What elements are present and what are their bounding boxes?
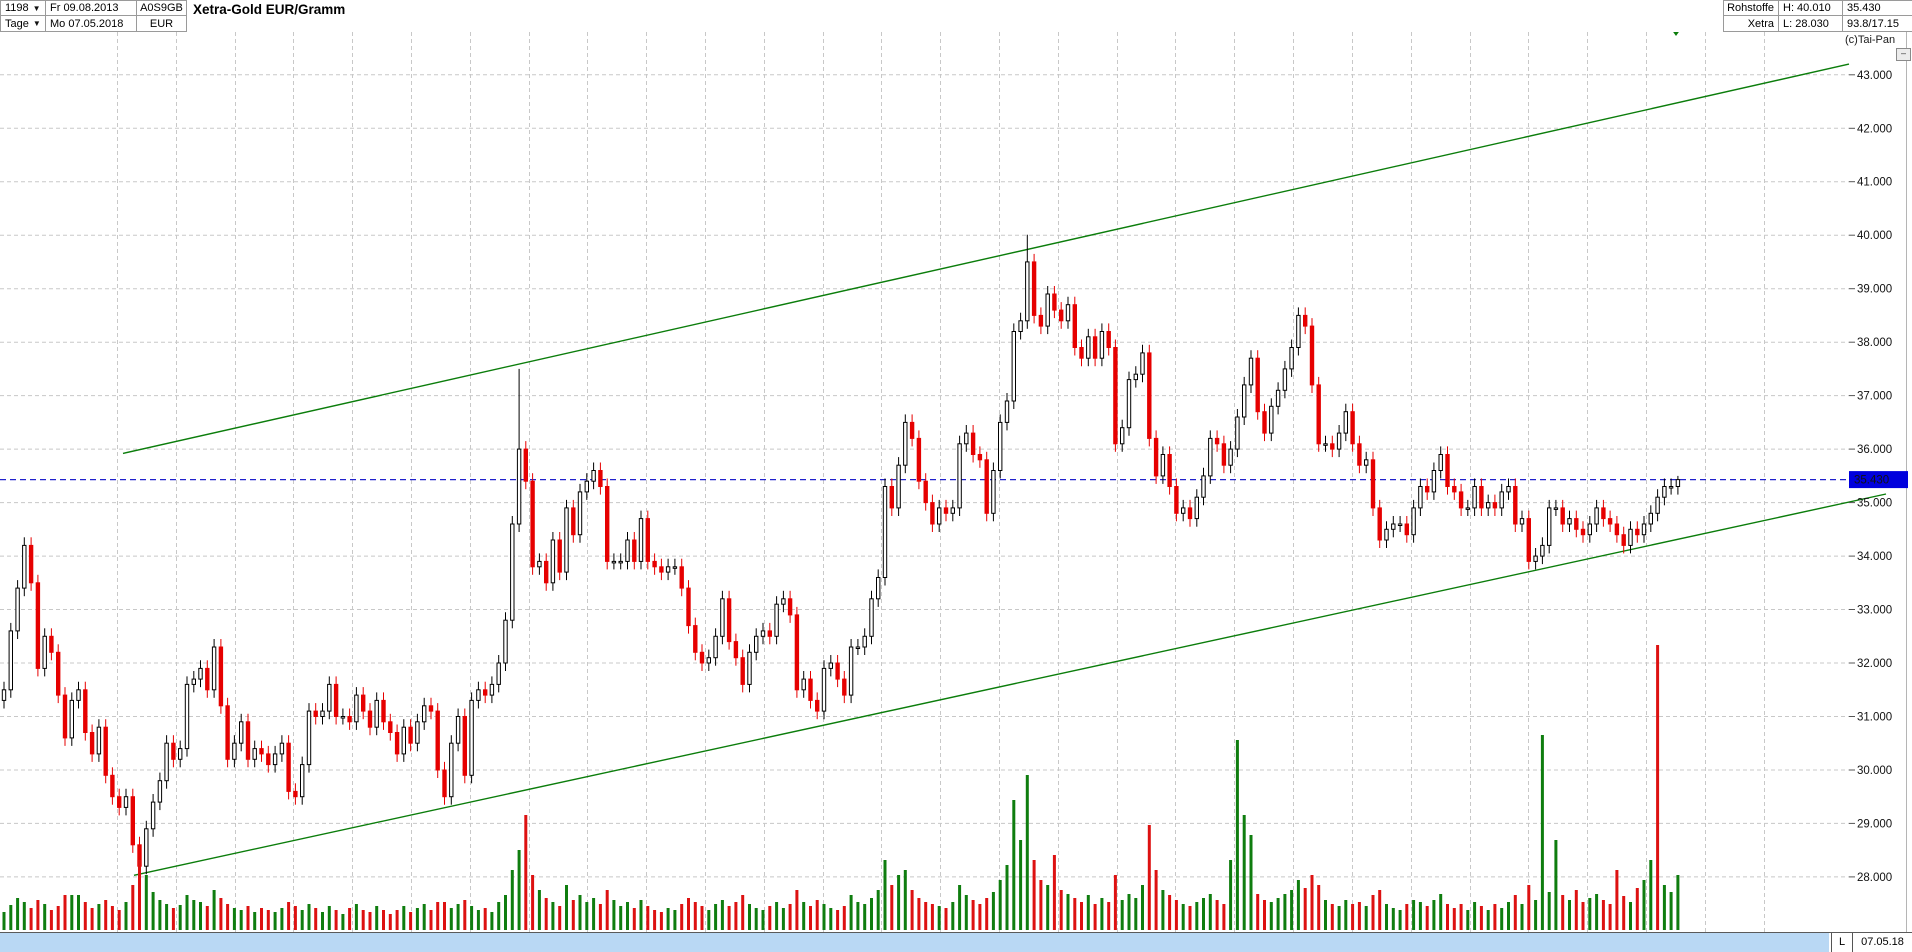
svg-text:32.000: 32.000 — [1857, 658, 1892, 670]
svg-text:34.000: 34.000 — [1857, 551, 1892, 563]
date-from-field[interactable]: Fr 09.08.2013 — [46, 0, 137, 16]
category-label: Rohstoffe — [1723, 0, 1779, 16]
tai-pan-chart-window: { "header": { "bars": "1198", "timeframe… — [0, 0, 1912, 952]
time-axis-range-bar[interactable] — [0, 933, 1829, 952]
svg-text:35.430: 35.430 — [1854, 475, 1889, 487]
svg-text:30.000: 30.000 — [1857, 765, 1892, 777]
period-low-label: L: 28.030 — [1779, 16, 1843, 32]
timeframe-value: Tage — [5, 18, 29, 30]
last-date-label: 07.05.18 — [1854, 933, 1911, 952]
svg-text:41.000: 41.000 — [1857, 177, 1892, 189]
exchange-label: Xetra — [1723, 16, 1779, 32]
svg-text:42.000: 42.000 — [1857, 123, 1892, 135]
dropdown-arrow-icon: ▼ — [33, 19, 41, 28]
bars-count-dropdown[interactable]: 1198 ▼ — [0, 0, 46, 16]
svg-text:28.000: 28.000 — [1857, 872, 1892, 884]
chart-header: 1198 ▼ Fr 09.08.2013 A0S9GB Tage ▼ Mo 07… — [0, 0, 1912, 32]
timeframe-dropdown[interactable]: Tage ▼ — [0, 16, 46, 32]
svg-text:39.000: 39.000 — [1857, 284, 1892, 296]
last-price-label: 35.430 — [1843, 0, 1912, 16]
bars-count-value: 1198 — [5, 2, 29, 14]
date-to-field[interactable]: Mo 07.05.2018 — [46, 16, 137, 32]
range-percent-label: 93.8/17.15 — [1843, 16, 1912, 32]
collapse-icon[interactable]: – — [1896, 48, 1911, 61]
svg-text:43.000: 43.000 — [1857, 70, 1892, 82]
currency-field: EUR — [137, 16, 187, 32]
period-high-label: H: 40.010 — [1779, 0, 1843, 16]
instrument-title: Xetra-Gold EUR/Gramm — [193, 2, 345, 17]
svg-text:36.000: 36.000 — [1857, 444, 1892, 456]
svg-text:40.000: 40.000 — [1857, 230, 1892, 242]
volume-layer — [3, 645, 1680, 930]
last-marker-cell: L — [1831, 933, 1853, 952]
copyright-label: (c)Tai-Pan — [1845, 34, 1895, 46]
dropdown-arrow-icon: ▼ — [33, 4, 41, 13]
trend-channel — [123, 64, 1886, 875]
price-volume-chart[interactable]: 43.000 42.000 41.000 40.000 39.000 38.000 37.0… — [0, 0, 1912, 952]
last-price-badge: 35.430 — [1849, 471, 1908, 488]
svg-text:29.000: 29.000 — [1857, 818, 1892, 830]
svg-text:35.000: 35.000 — [1857, 498, 1892, 510]
wkn-field: A0S9GB — [137, 0, 187, 16]
svg-text:33.000: 33.000 — [1857, 605, 1892, 617]
price-axis: 43.000 42.000 41.000 40.000 39.000 38.000 37.0… — [1849, 32, 1908, 932]
svg-text:31.000: 31.000 — [1857, 712, 1892, 724]
candles-layer — [2, 235, 1679, 876]
svg-text:38.000: 38.000 — [1857, 337, 1892, 349]
time-axis[interactable]: 1213021404140614081410141214021504150615… — [0, 932, 1912, 952]
svg-text:37.000: 37.000 — [1857, 391, 1892, 403]
